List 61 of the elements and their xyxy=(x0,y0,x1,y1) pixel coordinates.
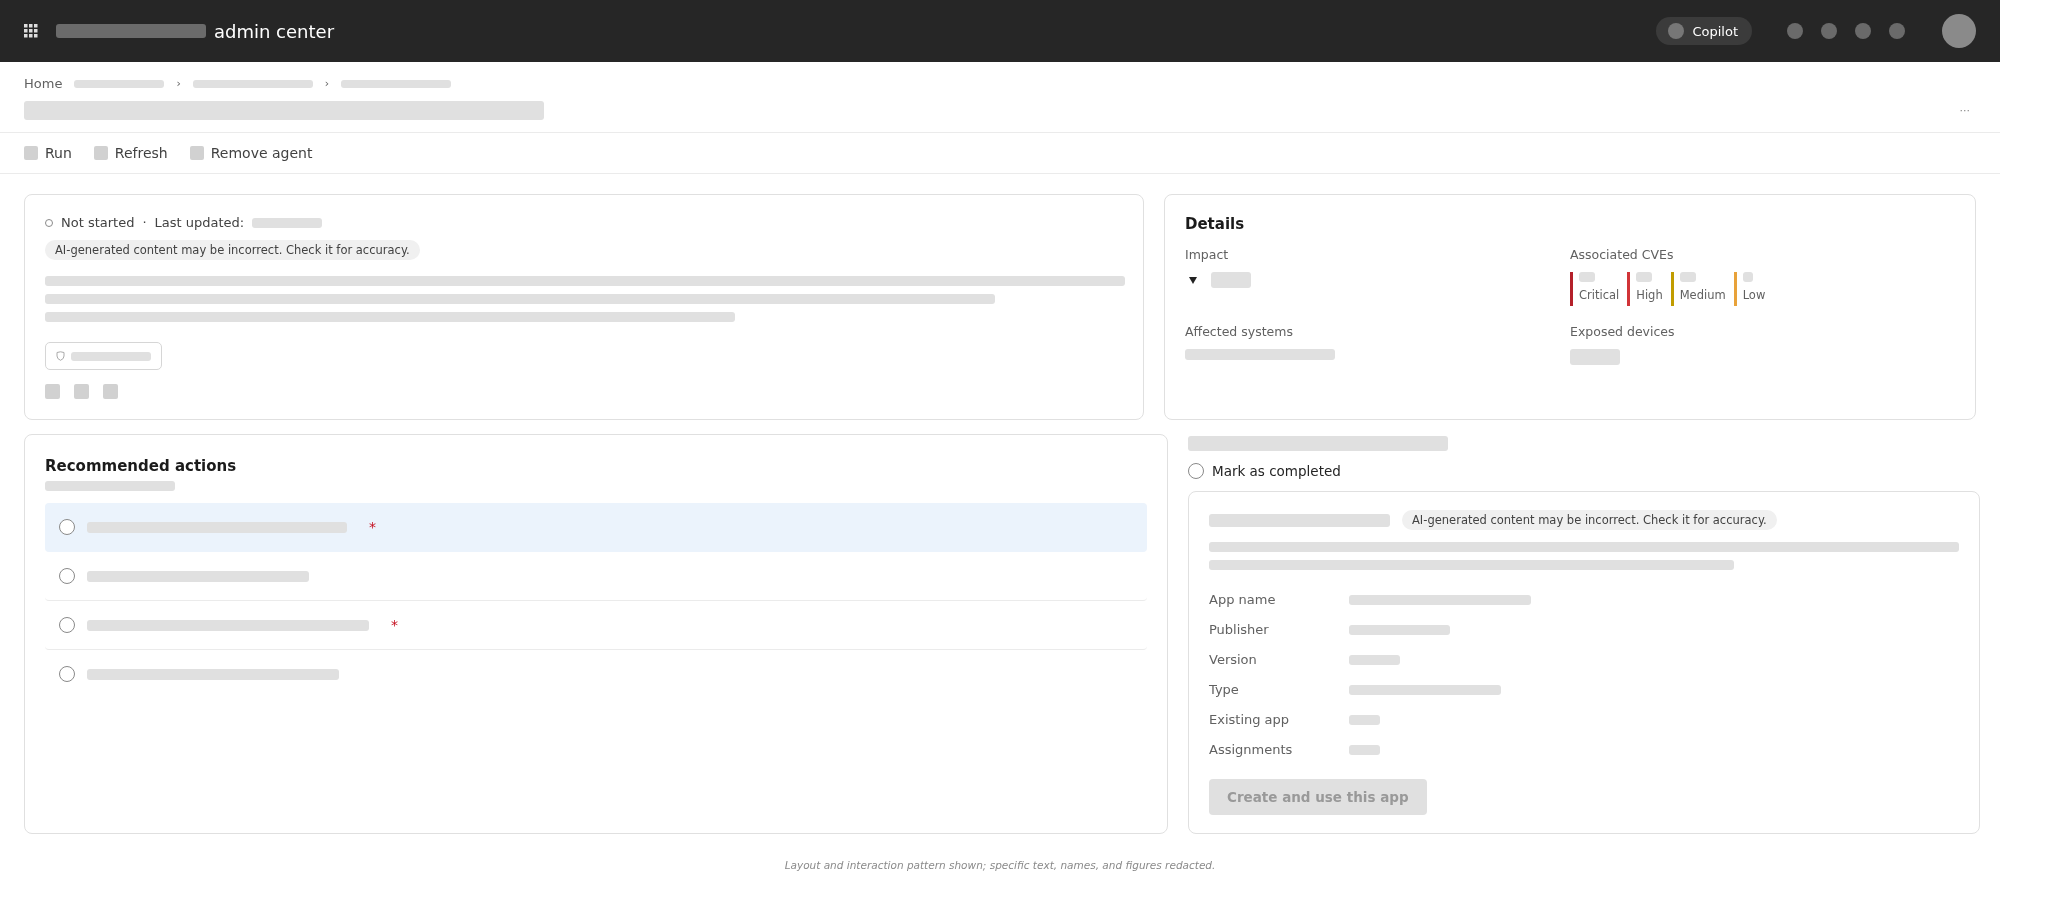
radio-button[interactable] xyxy=(59,519,75,535)
ai-notice: AI-generated content may be incorrect. Check it for accuracy. xyxy=(1402,510,1777,530)
toolbar-icon[interactable] xyxy=(1787,23,1803,39)
redacted-text xyxy=(1349,714,1380,725)
required-marker: * xyxy=(369,519,376,535)
redacted-text xyxy=(1349,744,1380,755)
toolbar-button[interactable]: Remove agent xyxy=(189,143,313,163)
mark-completed-checkbox[interactable]: Mark as completed xyxy=(1188,463,1980,479)
redacted-text xyxy=(252,217,323,228)
redacted-text xyxy=(1211,272,1251,288)
action-row[interactable]: * xyxy=(45,503,1147,552)
toolbar-button[interactable]: Refresh xyxy=(93,143,168,163)
square-icon xyxy=(24,146,38,160)
severity-label: High xyxy=(1636,288,1663,302)
radio-button[interactable] xyxy=(59,568,75,584)
toolbar-icon[interactable] xyxy=(1821,23,1837,39)
caret-icon[interactable] xyxy=(1189,276,1197,284)
breadcrumb-separator: › xyxy=(324,77,330,90)
more-button[interactable]: ··· xyxy=(1953,104,1976,117)
field-label: Assignments xyxy=(1209,742,1294,757)
cves-label: Associated CVEs xyxy=(1570,247,1675,262)
redacted-text xyxy=(1679,272,1696,282)
redacted-text xyxy=(1742,272,1753,282)
avatar[interactable] xyxy=(1942,14,1976,48)
last-updated-label: Last updated: xyxy=(154,215,245,230)
redacted-text xyxy=(1636,272,1653,282)
app-launcher-icon[interactable] xyxy=(24,24,38,38)
copilot-button[interactable]: Copilot xyxy=(1656,17,1752,45)
radio-button[interactable] xyxy=(59,666,75,682)
square-icon xyxy=(189,146,204,160)
affected-systems-label: Affected systems xyxy=(1185,324,1294,339)
field-label: Version xyxy=(1209,652,1258,667)
details-title: Details xyxy=(1185,215,1246,233)
recommended-actions-title: Recommended actions xyxy=(45,457,238,475)
redacted-text xyxy=(1570,349,1620,365)
square-icon xyxy=(93,146,108,160)
footer-note: Layout and interaction pattern shown; specific text, names, and figures redacted. xyxy=(783,859,1217,871)
breadcrumb-separator: › xyxy=(176,77,181,90)
ai-notice: AI-generated content may be incorrect. Check it for accuracy. xyxy=(45,240,420,260)
exposed-devices-label: Exposed devices xyxy=(1570,324,1676,339)
redacted-text xyxy=(1579,272,1595,282)
shield-icon xyxy=(56,351,65,361)
radio-button[interactable] xyxy=(59,617,75,633)
breadcrumb-link[interactable]: Home xyxy=(24,76,63,91)
impact-label: Impact xyxy=(1185,247,1230,262)
app-title: admin center xyxy=(214,20,335,42)
field-label: App name xyxy=(1209,592,1277,607)
field-label: Publisher xyxy=(1209,622,1270,637)
redacted-text xyxy=(1349,654,1400,665)
toolbar-icon[interactable] xyxy=(1855,23,1871,39)
separator-dot: · xyxy=(142,215,147,230)
severity-label: Low xyxy=(1742,288,1766,302)
toolbar-button[interactable]: Run xyxy=(24,143,72,163)
toolbar-icon[interactable] xyxy=(1889,23,1905,39)
severity-label: Medium xyxy=(1679,288,1726,302)
field-label: Type xyxy=(1209,682,1240,697)
required-marker: * xyxy=(391,617,398,633)
radio-button[interactable] xyxy=(1188,463,1204,479)
field-label: Existing app xyxy=(1209,712,1291,727)
severity-label: Critical xyxy=(1579,288,1620,302)
status-text: Not started xyxy=(61,215,135,230)
